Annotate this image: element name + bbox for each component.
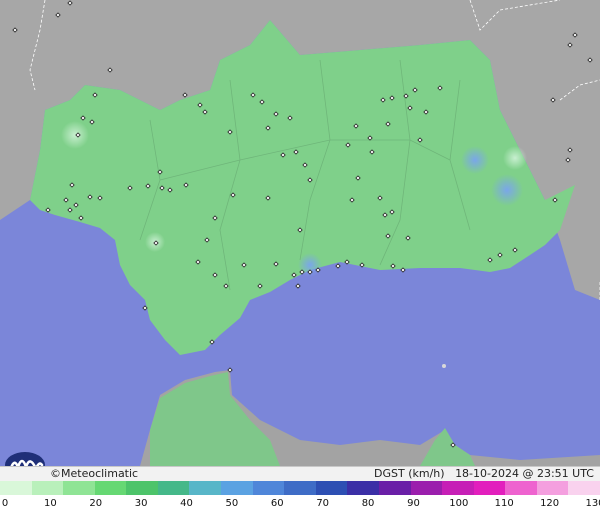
scale-swatch [126, 481, 158, 495]
scale-tick-label: 80 [361, 498, 375, 509]
scale-tick-label: 110 [494, 498, 514, 509]
scale-swatch [252, 481, 285, 495]
calm-spot-1 [61, 121, 89, 149]
scale-tick-label: 90 [407, 498, 420, 509]
scale-tick-label: 20 [89, 498, 103, 509]
scale-tick-label: 60 [270, 498, 284, 509]
datetime-label: 18-10-2024 @ 23:51 UTC [455, 467, 594, 480]
credit-text: ©Meteoclimatic [50, 467, 139, 480]
scale-swatch [473, 481, 506, 495]
map-info-text: DGST (km/h) 18-10-2024 @ 23:51 UTC [374, 467, 594, 481]
scale-swatch [347, 481, 379, 495]
scale-tick-label: 100 [449, 498, 469, 509]
scale-tick-label: 50 [225, 498, 239, 509]
scale-swatch [568, 481, 600, 495]
scale-swatch [315, 481, 348, 495]
scale-swatch [31, 481, 64, 495]
gust-spot-1 [461, 146, 489, 174]
scale-swatch [157, 481, 190, 495]
scale-swatch [94, 481, 127, 495]
variable-label: DGST (km/h) [374, 467, 445, 480]
wind-gust-map [0, 0, 600, 466]
scale-swatch [0, 481, 32, 495]
scale-tick-label: 10 [44, 498, 57, 509]
scale-tick-label: 40 [180, 498, 193, 509]
gust-spot-2 [491, 174, 523, 206]
scale-tick-label: 120 [540, 498, 560, 509]
scale-swatch [63, 481, 95, 495]
scale-tick-label: 30 [134, 498, 148, 509]
alboran-island [442, 364, 446, 368]
scale-swatch [410, 481, 443, 495]
scale-swatch [378, 481, 411, 495]
color-scale-swatches [0, 481, 600, 495]
scale-tick-label: 0 [1, 498, 9, 509]
calm-spot-2 [503, 146, 527, 170]
scale-swatch [284, 481, 316, 495]
scale-tick-label: 70 [316, 498, 330, 509]
scale-swatch [536, 481, 569, 495]
scale-swatch [189, 481, 222, 495]
scale-swatch [505, 481, 537, 495]
scale-swatch [221, 481, 253, 495]
info-bar: ©Meteoclimatic DGST (km/h) 18-10-2024 @ … [0, 466, 600, 481]
scale-tick-label: 130 [585, 498, 600, 509]
scale-swatch [442, 481, 474, 495]
color-scale: 0 10 20 30 40 50 60 70 80 90 100 110 120 130 [0, 481, 600, 517]
